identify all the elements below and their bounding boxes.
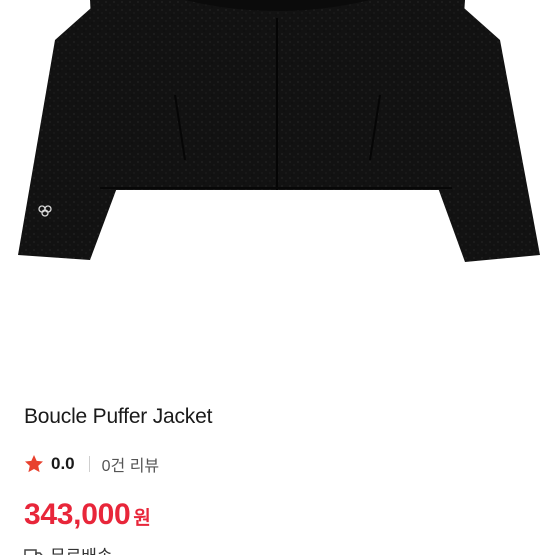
truck-icon <box>24 548 44 555</box>
rating-row[interactable]: 0.0 0건 리뷰 <box>23 452 159 476</box>
shipping-info: 무료배송 <box>24 542 113 555</box>
price-amount: 343,000 <box>24 498 131 531</box>
product-detail-page: Boucle Puffer Jacket 0.0 0건 리뷰 343,000 원… <box>0 0 555 555</box>
price: 343,000 원 <box>24 498 151 532</box>
review-count-link[interactable]: 0건 리뷰 <box>102 452 160 476</box>
product-image[interactable] <box>0 0 555 360</box>
product-title: Boucle Puffer Jacket <box>24 405 213 428</box>
star-icon <box>25 455 43 473</box>
shipping-label: 무료배송 <box>50 542 113 555</box>
price-currency: 원 <box>133 508 151 529</box>
rating-value: 0.0 <box>51 454 75 473</box>
rating-divider <box>88 456 90 472</box>
jacket-photo-icon <box>18 0 540 262</box>
